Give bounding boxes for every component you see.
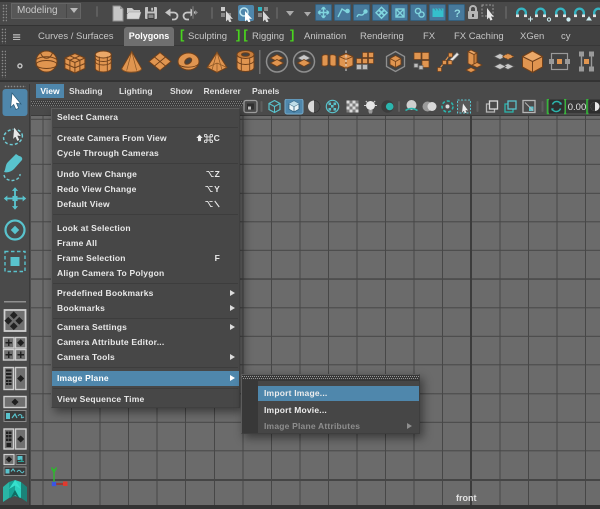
svg-text:0.00: 0.00	[568, 102, 587, 113]
svg-text:?: ?	[454, 8, 461, 20]
